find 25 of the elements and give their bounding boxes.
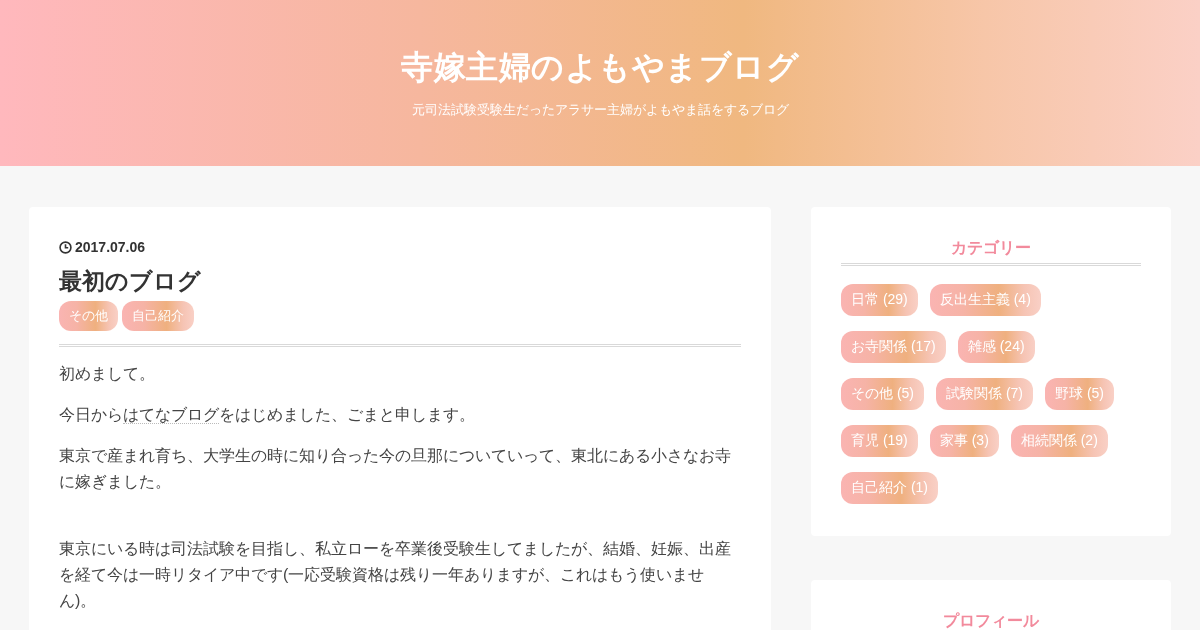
- post-title: 最初のブログ: [59, 267, 202, 296]
- category-tag[interactable]: その他: [59, 301, 118, 331]
- post-paragraph: 今日からはてなブログをはじめました、ごまと申します。: [59, 405, 476, 426]
- category-tag[interactable]: お寺関係 (17): [841, 331, 946, 363]
- site-tagline: 元司法試験受験生だったアラサー主婦がよもやま話をするブログ: [411, 101, 789, 119]
- category-tag[interactable]: 自己紹介 (1): [841, 472, 938, 504]
- widget-title: プロフィール: [841, 610, 1141, 630]
- widget-title: カテゴリー: [841, 237, 1141, 266]
- category-tag[interactable]: 相続関係 (2): [1010, 425, 1108, 457]
- blog-link[interactable]: はてなブログ: [123, 406, 219, 424]
- post-date: 2017.07.06: [75, 239, 146, 255]
- category-tag[interactable]: その他 (5): [841, 378, 924, 410]
- category-tag[interactable]: 雑感 (24): [957, 331, 1035, 363]
- post-paragraph: 初めまして。: [59, 364, 156, 384]
- category-tag[interactable]: 試験関係 (7): [936, 378, 1033, 410]
- category-tag[interactable]: 反出生主義 (4): [929, 284, 1041, 316]
- category-tag[interactable]: 野球 (5): [1045, 378, 1114, 410]
- site-title[interactable]: 寺嫁主婦のよもやまブログ: [401, 44, 799, 90]
- post-paragraph: 東京で産まれ育ち、大学生の時に知り合った今の旦那についていって、東北にある小さなお寺に嫁ぎました。: [59, 446, 732, 492]
- post-paragraph: 東京にいる時は司法試験を目指し、私立ローを卒業後受験生してましたが、結婚、妊娠、出産を経て今は一時リタイア中です(一応受験資格は残り一年ありますが、これはもう使いません)。: [59, 539, 732, 611]
- category-tag[interactable]: 育児 (19): [841, 425, 918, 457]
- category-tag[interactable]: 日常 (29): [841, 284, 918, 316]
- clock-icon: [59, 240, 72, 254]
- category-tag[interactable]: 家事 (3): [929, 425, 999, 457]
- category-tag[interactable]: 自己紹介: [122, 301, 194, 331]
